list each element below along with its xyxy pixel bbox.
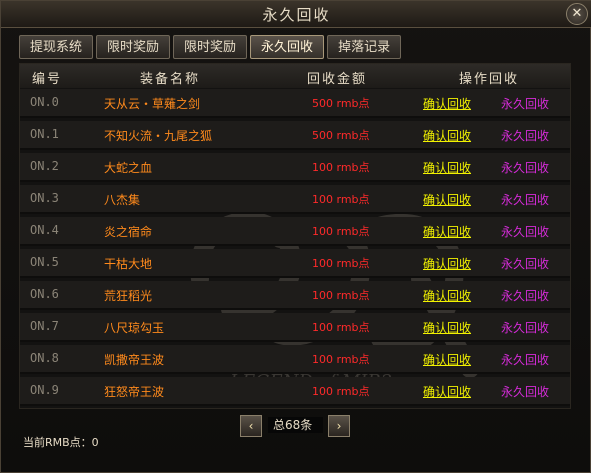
table-row: ON.0 天从云・草薙之剑 500 rmb点 确认回收 永久回收 (20, 89, 570, 118)
item-no: ON.9 (30, 383, 59, 397)
item-price: 100 rmb点 (312, 353, 370, 366)
item-price: 100 rmb点 (312, 225, 370, 238)
item-no: ON.8 (30, 351, 59, 365)
item-name: 大蛇之血 (104, 161, 153, 175)
header-action: 操作回收 (459, 72, 520, 87)
item-no: ON.6 (30, 287, 59, 301)
item-price: 100 rmb点 (312, 257, 370, 270)
item-price: 100 rmb点 (312, 289, 370, 302)
item-price: 500 rmb点 (312, 97, 370, 110)
permanent-recycle-link[interactable]: 永久回收 (501, 287, 549, 304)
confirm-recycle-link[interactable]: 确认回收 (423, 351, 471, 368)
title-bar: 永久回收 ✕ (1, 1, 591, 28)
item-price: 500 rmb点 (312, 129, 370, 142)
recycle-window: 永久回收 ✕ 提现系统 限时奖励 限时奖励 永久回收 掉落记录 编号 装备名称 … (0, 0, 591, 473)
confirm-recycle-link[interactable]: 确认回收 (423, 255, 471, 272)
item-no: ON.5 (30, 255, 59, 269)
item-no: ON.4 (30, 223, 59, 237)
item-name: 不知火流・九尾之狐 (104, 129, 213, 143)
item-name: 凯撒帝王波 (104, 353, 165, 367)
item-price: 100 rmb点 (312, 321, 370, 334)
tab-bar: 提现系统 限时奖励 限时奖励 永久回收 掉落记录 (19, 35, 402, 59)
item-no: ON.0 (30, 95, 59, 109)
permanent-recycle-link[interactable]: 永久回收 (501, 319, 549, 336)
table-row: ON.5 干枯大地 100 rmb点 确认回收 永久回收 (20, 249, 570, 278)
next-page-icon[interactable]: › (328, 415, 350, 437)
item-price: 100 rmb点 (312, 193, 370, 206)
confirm-recycle-link[interactable]: 确认回收 (423, 95, 471, 112)
table-row: ON.8 凯撒帝王波 100 rmb点 确认回收 永久回收 (20, 345, 570, 374)
confirm-recycle-link[interactable]: 确认回收 (423, 159, 471, 176)
tab-withdraw[interactable]: 提现系统 (19, 35, 94, 59)
recycle-table: 编号 装备名称 回收金额 操作回收 LEGEND of MIR2 ON.0 天从… (19, 63, 571, 409)
header-name: 装备名称 (140, 72, 201, 87)
tab-permanent-recycle[interactable]: 永久回收 (250, 35, 325, 59)
tab-limited-reward-1[interactable]: 限时奖励 (96, 35, 171, 59)
confirm-recycle-link[interactable]: 确认回收 (423, 223, 471, 240)
item-name: 狂怒帝王波 (104, 385, 165, 399)
confirm-recycle-link[interactable]: 确认回收 (423, 287, 471, 304)
table-row: ON.2 大蛇之血 100 rmb点 确认回收 永久回收 (20, 153, 570, 182)
item-name: 八杰集 (104, 193, 141, 207)
item-name: 荒狂稻光 (104, 289, 153, 303)
item-name: 天从云・草薙之剑 (104, 97, 201, 111)
item-no: ON.7 (30, 319, 59, 333)
tab-drop-log[interactable]: 掉落记录 (327, 35, 402, 59)
permanent-recycle-link[interactable]: 永久回收 (501, 159, 549, 176)
close-icon[interactable]: ✕ (566, 3, 588, 25)
confirm-recycle-link[interactable]: 确认回收 (423, 127, 471, 144)
table-row: ON.9 狂怒帝王波 100 rmb点 确认回收 永久回收 (20, 377, 570, 406)
confirm-recycle-link[interactable]: 确认回收 (423, 383, 471, 400)
item-no: ON.2 (30, 159, 59, 173)
confirm-recycle-link[interactable]: 确认回收 (423, 319, 471, 336)
item-no: ON.3 (30, 191, 59, 205)
item-name: 干枯大地 (104, 257, 153, 271)
item-name: 炎之宿命 (104, 225, 153, 239)
item-name: 八尺琼勾玉 (104, 321, 165, 335)
header-price: 回收金额 (307, 72, 368, 87)
permanent-recycle-link[interactable]: 永久回收 (501, 191, 549, 208)
item-price: 100 rmb点 (312, 385, 370, 398)
header-no: 编号 (32, 72, 63, 87)
permanent-recycle-link[interactable]: 永久回收 (501, 95, 549, 112)
table-header: 编号 装备名称 回收金额 操作回收 (20, 64, 570, 88)
table-row: ON.3 八杰集 100 rmb点 确认回收 永久回收 (20, 185, 570, 214)
item-no: ON.1 (30, 127, 59, 141)
permanent-recycle-link[interactable]: 永久回收 (501, 255, 549, 272)
total-count: 总68条 (268, 417, 323, 433)
tab-limited-reward-2[interactable]: 限时奖励 (173, 35, 248, 59)
table-row: ON.6 荒狂稻光 100 rmb点 确认回收 永久回收 (20, 281, 570, 310)
item-price: 100 rmb点 (312, 161, 370, 174)
window-title: 永久回收 (262, 6, 331, 24)
rmb-balance: 当前RMB点：0 (23, 436, 99, 449)
permanent-recycle-link[interactable]: 永久回收 (501, 127, 549, 144)
permanent-recycle-link[interactable]: 永久回收 (501, 383, 549, 400)
permanent-recycle-link[interactable]: 永久回收 (501, 351, 549, 368)
table-row: ON.7 八尺琼勾玉 100 rmb点 确认回收 永久回收 (20, 313, 570, 342)
table-row: ON.4 炎之宿命 100 rmb点 确认回收 永久回收 (20, 217, 570, 246)
table-row: ON.1 不知火流・九尾之狐 500 rmb点 确认回收 永久回收 (20, 121, 570, 150)
confirm-recycle-link[interactable]: 确认回收 (423, 191, 471, 208)
permanent-recycle-link[interactable]: 永久回收 (501, 223, 549, 240)
prev-page-icon[interactable]: ‹ (240, 415, 262, 437)
